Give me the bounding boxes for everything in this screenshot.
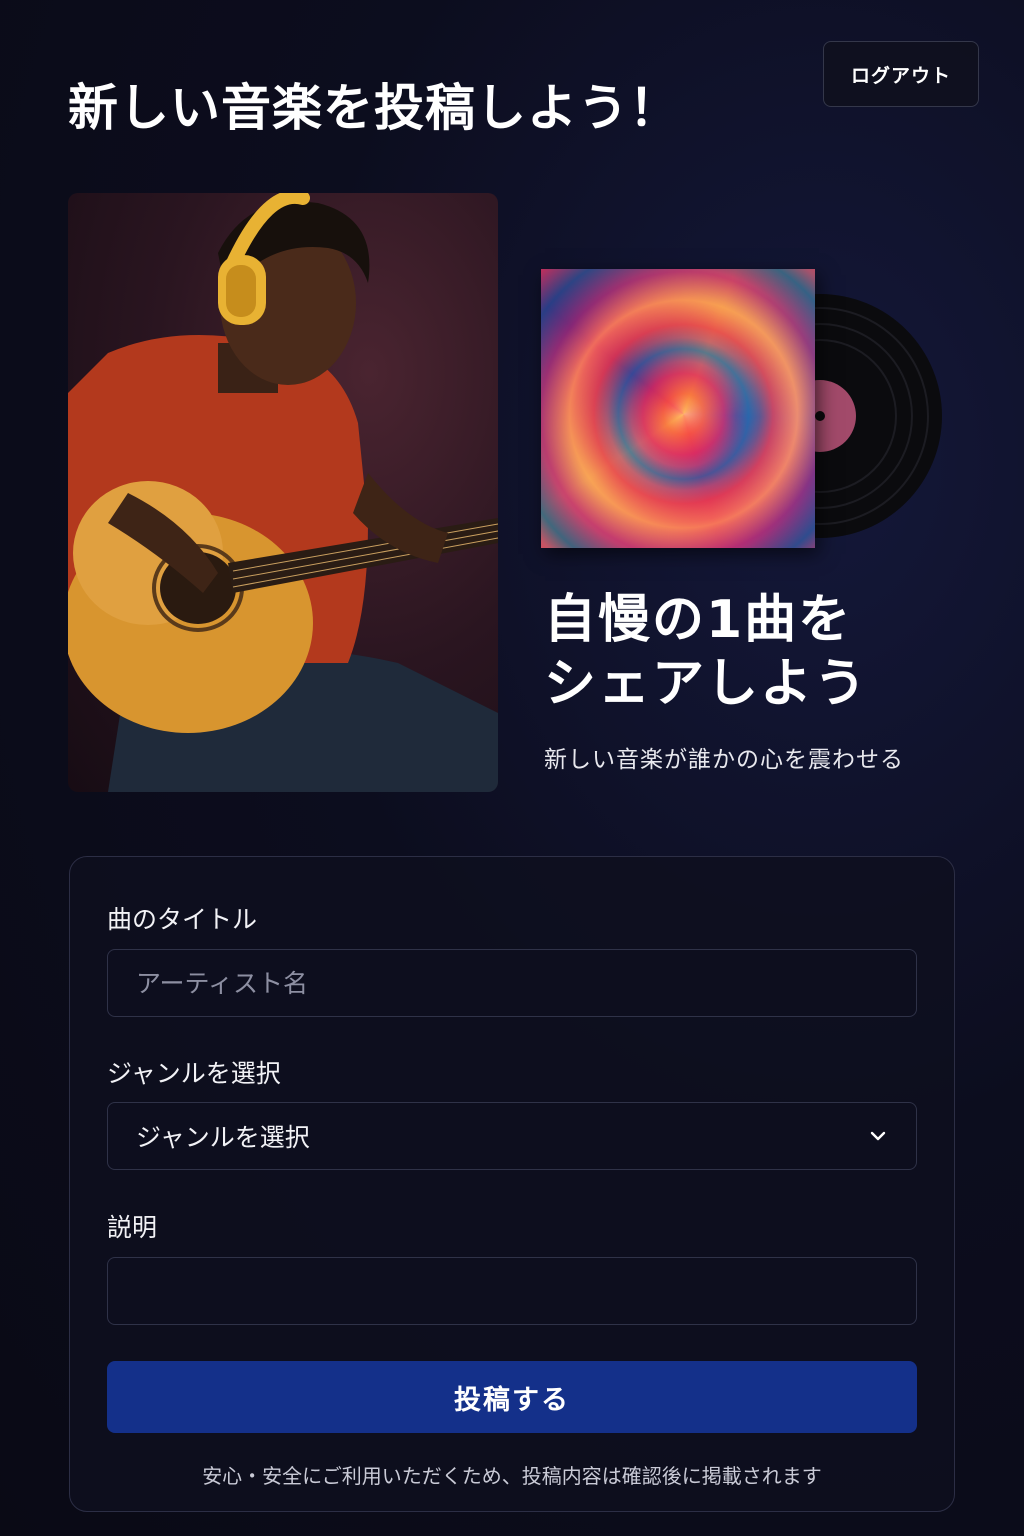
album-cover [541, 269, 815, 548]
artist-input[interactable] [107, 949, 917, 1017]
logout-button[interactable]: ログアウト [823, 41, 979, 107]
title-label: 曲のタイトル [107, 905, 258, 934]
page-title: 新しい音楽を投稿しよう！ [68, 79, 680, 137]
description-label: 説明 [107, 1213, 158, 1242]
hero-heading-line1: 自慢の1曲を [544, 590, 853, 650]
genre-select[interactable]: ジャンルを選択 [107, 1102, 917, 1170]
chevron-down-icon [870, 1131, 886, 1141]
moderation-notice: 安心・安全にご利用いただくため、投稿内容は確認後に掲載されます [202, 1464, 822, 1488]
hero-heading-line2: シェアしよう [544, 654, 869, 714]
hero-subtext: 新しい音楽が誰かの心を震わせる [544, 747, 904, 773]
guitarist-photo [68, 193, 498, 792]
hero-heading: 自慢の1曲を シェアしよう [544, 588, 868, 716]
description-input[interactable] [107, 1257, 917, 1325]
genre-select-value: ジャンルを選択 [136, 1123, 310, 1152]
submit-button[interactable]: 投稿する [107, 1361, 917, 1433]
genre-label: ジャンルを選択 [107, 1059, 281, 1088]
